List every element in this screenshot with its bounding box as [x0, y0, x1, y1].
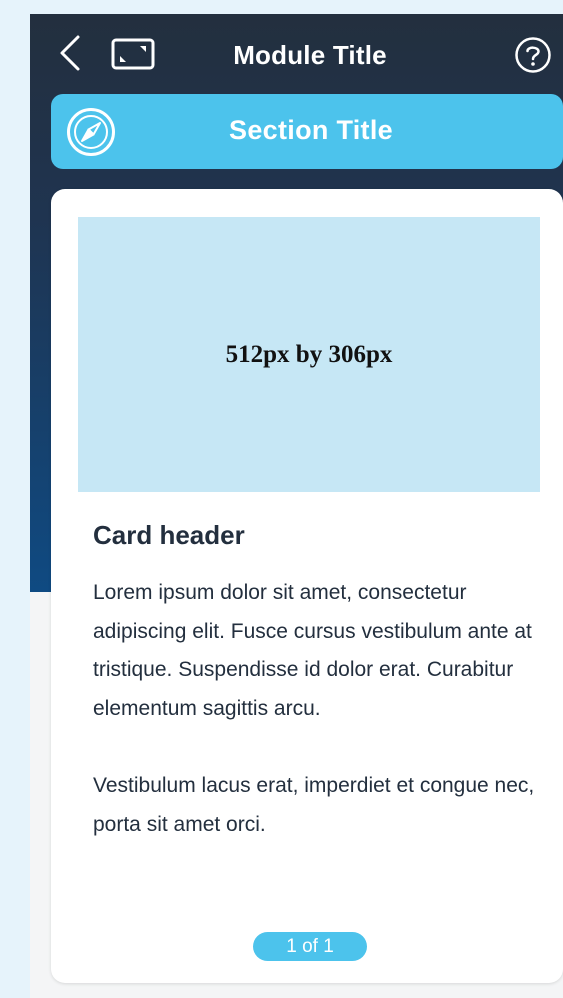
top-bar: Module Title	[30, 14, 563, 94]
expand-button[interactable]	[110, 37, 156, 71]
expand-icon	[111, 38, 155, 70]
back-button[interactable]	[56, 33, 86, 73]
section-header: Section Title	[51, 94, 563, 169]
section-title: Section Title	[229, 115, 393, 145]
help-icon	[515, 37, 551, 73]
card-paragraph: Lorem ipsum dolor sit amet, consectetur …	[93, 581, 532, 720]
image-placeholder: 512px by 306px	[78, 217, 540, 492]
card-paragraph: Vestibulum lacus erat, imperdiet et cong…	[93, 774, 535, 836]
content-card: 512px by 306px Card header Lorem ipsum d…	[51, 189, 563, 983]
page-indicator: 1 of 1	[253, 932, 367, 961]
card-header: Card header	[93, 520, 245, 550]
app-screen: Module Title Section Title 512px by 306p…	[30, 14, 563, 998]
image-placeholder-label: 512px by 306px	[225, 340, 393, 368]
chevron-left-icon	[60, 35, 80, 71]
help-button[interactable]	[514, 36, 552, 74]
compass-icon	[66, 107, 116, 157]
card-body: Lorem ipsum dolor sit amet, consectetur …	[93, 574, 543, 845]
module-title: Module Title	[233, 40, 387, 70]
